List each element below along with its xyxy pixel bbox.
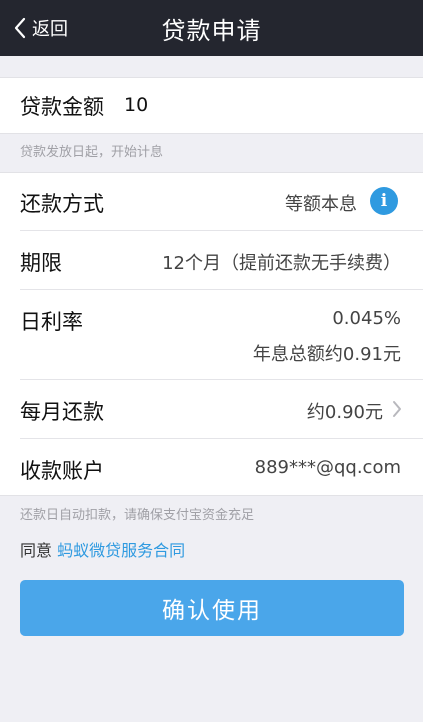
info-icon[interactable]: i [370,187,398,215]
row-divider [20,289,423,290]
monthly-value: 约0.90元 [306,402,383,423]
account-label: 收款账户 [20,459,104,483]
amount-label: 贷款金额 [20,95,104,119]
term-value: 12个月（提前还款无手续费） [162,253,401,274]
term-label: 期限 [20,251,62,275]
amount-input[interactable] [124,91,384,119]
agreement-line: 同意 蚂蚁微贷服务合同 [20,537,185,561]
agreement-link[interactable]: 蚂蚁微贷服务合同 [57,541,185,560]
repay-method-value: 等额本息 [285,194,357,215]
page-title: 贷款申请 [161,16,262,45]
chevron-right-icon [393,401,401,417]
account-value: 889***@qq.com [254,457,401,478]
total-interest: 年息总额约0.91元 [252,344,401,365]
auto-debit-hint: 还款日自动扣款，请确保支付宝资金充足 [20,508,255,523]
monthly-label: 每月还款 [20,400,104,424]
agree-prefix: 同意 [20,541,53,560]
confirm-button[interactable]: 确认使用 [20,580,404,636]
rate-value: 0.045% [332,308,401,329]
row-divider [20,438,423,439]
row-divider [20,230,423,231]
navigation-bar: 返回 贷款申请 [0,0,423,56]
repay-method-label: 还款方式 [20,192,104,216]
rate-label: 日利率 [20,310,83,334]
amount-hint: 贷款发放日起，开始计息 [20,145,164,160]
